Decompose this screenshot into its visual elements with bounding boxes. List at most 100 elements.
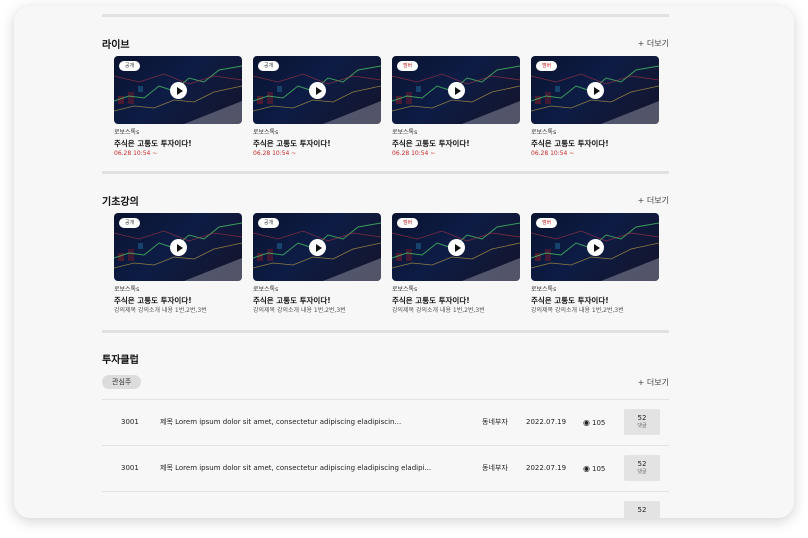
club-section-header: 투자클럽 [102,349,669,367]
basic-section-title: 기초강의 [102,196,139,208]
live-section-header: 라이브 + 더보기 [102,34,669,52]
post-row[interactable]: 3001 제목 Lorem ipsum dolor sit amet, conse… [102,445,669,491]
views-count: 105 [591,419,606,427]
basic-card[interactable]: 공개로보스톡s 주식은 고통도 투자이다! 강의제목 강의소개 내용 1번,2번,3… [114,213,242,315]
play-icon[interactable] [170,82,187,99]
card-author: 로보스톡s [531,286,557,293]
page-frame: 라이브 + 더보기 공개 로보스톡s 주식은 고통도 투자이다! 06.28 10:5… [14,6,794,518]
play-icon[interactable] [170,239,187,256]
live-more-link[interactable]: + 더보기 [638,38,669,49]
comment-label: 댓글 [637,423,647,429]
access-badge: 멤버 [536,218,558,228]
video-thumbnail[interactable]: 멤버 [392,213,520,281]
video-thumbnail[interactable]: 공개 [253,213,381,281]
basic-section-header: 기초강의 + 더보기 [102,191,669,209]
live-section-title: 라이브 [102,39,130,51]
card-author: 로보스톡s [392,129,418,136]
club-section-title: 투자클럽 [102,354,139,366]
content: 라이브 + 더보기 공개 로보스톡s 주식은 고통도 투자이다! 06.28 10:5… [102,6,669,518]
video-thumbnail[interactable]: 공개 [253,56,381,124]
divider [102,171,669,174]
live-card[interactable]: 공개로보스톡s 주식은 고통도 투자이다! 06.28 10:54 ~ [253,56,381,158]
card-title[interactable]: 주식은 고통도 투자이다! [114,139,242,149]
video-thumbnail[interactable]: 멤버 [392,56,520,124]
card-title[interactable]: 주식은 고통도 투자이다! [392,139,520,149]
card-title[interactable]: 주식은 고통도 투자이다! [114,296,242,306]
card-title[interactable]: 주식은 고통도 투자이다! [253,139,381,149]
views-count: 105 [591,465,606,473]
club-more-link[interactable]: + 더보기 [638,377,669,388]
divider [102,14,669,17]
comment-count-box[interactable]: 52 [624,501,660,518]
card-author: 로보스톡s [392,286,418,293]
card-author: 로보스톡s [114,286,140,293]
basic-card[interactable]: 멤버로보스톡s 주식은 고통도 투자이다! 강의제목 강의소개 내용 1번,2번,3… [392,213,520,315]
video-thumbnail[interactable]: 공개 [114,213,242,281]
live-card[interactable]: 멤버로보스톡s 주식은 고통도 투자이다! 06.28 10:54 ~ [392,56,520,158]
video-thumbnail[interactable]: 공개 [114,56,242,124]
card-description: 강의제목 강의소개 내용 1번,2번,3번 [114,307,207,314]
access-badge: 멤버 [536,61,558,71]
card-date: 06.28 10:54 ~ [531,150,575,157]
comment-count: 52 [637,506,647,514]
divider [102,330,669,333]
comment-count-box[interactable]: 52 댓글 [624,455,660,481]
access-badge: 멤버 [397,218,419,228]
card-author: 로보스톡s [531,129,557,136]
card-title[interactable]: 주식은 고통도 투자이다! [531,296,659,306]
access-badge: 공개 [258,61,280,71]
comment-count: 52 [637,414,647,422]
card-description: 강의제목 강의소개 내용 1번,2번,3번 [531,307,624,314]
basic-card[interactable]: 공개로보스톡s 주식은 고통도 투자이다! 강의제목 강의소개 내용 1번,2번,3… [253,213,381,315]
eye-icon: ◉ [583,464,590,473]
post-title[interactable]: 제목 Lorem ipsum dolor sit amet, consectet… [160,446,470,491]
video-thumbnail[interactable]: 멤버 [531,56,659,124]
live-card-list: 공개 로보스톡s 주식은 고통도 투자이다! 06.28 10:54 ~ 공개 로보스톡s… [102,56,669,158]
interest-stock-chip[interactable]: 관심주 [102,375,142,389]
basic-card[interactable]: 멤버로보스톡s 주식은 고통도 투자이다! 강의제목 강의소개 내용 1번,2번,3… [531,213,659,315]
post-date: 2022.07.19 [526,464,567,472]
card-title[interactable]: 주식은 고통도 투자이다! [531,139,659,149]
post-views: ◉ 105 [583,446,605,492]
access-badge: 멤버 [397,61,419,71]
video-thumbnail[interactable]: 멤버 [531,213,659,281]
post-row[interactable]: 52 [102,491,669,518]
basic-more-link[interactable]: + 더보기 [638,195,669,206]
card-author: 로보스톡s [253,129,279,136]
post-row[interactable]: 3001 제목 Lorem ipsum dolor sit amet, conse… [102,399,669,445]
card-title[interactable]: 주식은 고통도 투자이다! [392,296,520,306]
card-date: 06.28 10:54 ~ [253,150,297,157]
play-icon[interactable] [448,82,465,99]
play-icon[interactable] [309,82,326,99]
play-icon[interactable] [587,239,604,256]
card-author: 로보스톡s [253,286,279,293]
post-number: 3001 [121,464,139,472]
basic-card-list: 공개 로보스톡s 주식은 고통도 투자이다! 강의제목 강의소개 내용 1번,2번,3… [102,213,669,315]
post-views: ◉ 105 [583,400,605,446]
comment-label: 댓글 [637,469,647,475]
live-card[interactable]: 공개로보스톡s 주식은 고통도 투자이다! 06.28 10:54 ~ [114,56,242,158]
post-number: 3001 [121,418,139,426]
access-badge: 공개 [119,218,141,228]
eye-icon: ◉ [583,418,590,427]
card-date: 06.28 10:54 ~ [114,150,158,157]
post-author: 동네부자 [482,418,508,426]
comment-count: 52 [637,460,647,468]
card-description: 강의제목 강의소개 내용 1번,2번,3번 [392,307,485,314]
access-badge: 공개 [119,61,141,71]
play-icon[interactable] [587,82,604,99]
card-author: 로보스톡s [114,129,140,136]
play-icon[interactable] [448,239,465,256]
card-date: 06.28 10:54 ~ [392,150,436,157]
club-filter-row: 관심주 + 더보기 [102,373,669,391]
post-list: 3001 제목 Lorem ipsum dolor sit amet, conse… [102,399,669,518]
card-title[interactable]: 주식은 고통도 투자이다! [253,296,381,306]
live-card[interactable]: 멤버로보스톡s 주식은 고통도 투자이다! 06.28 10:54 ~ [531,56,659,158]
post-author: 동네부자 [482,464,508,472]
post-date: 2022.07.19 [526,418,567,426]
card-description: 강의제목 강의소개 내용 1번,2번,3번 [253,307,346,314]
post-title[interactable]: 제목 Lorem ipsum dolor sit amet, consectet… [160,400,470,445]
access-badge: 공개 [258,218,280,228]
play-icon[interactable] [309,239,326,256]
comment-count-box[interactable]: 52 댓글 [624,409,660,435]
